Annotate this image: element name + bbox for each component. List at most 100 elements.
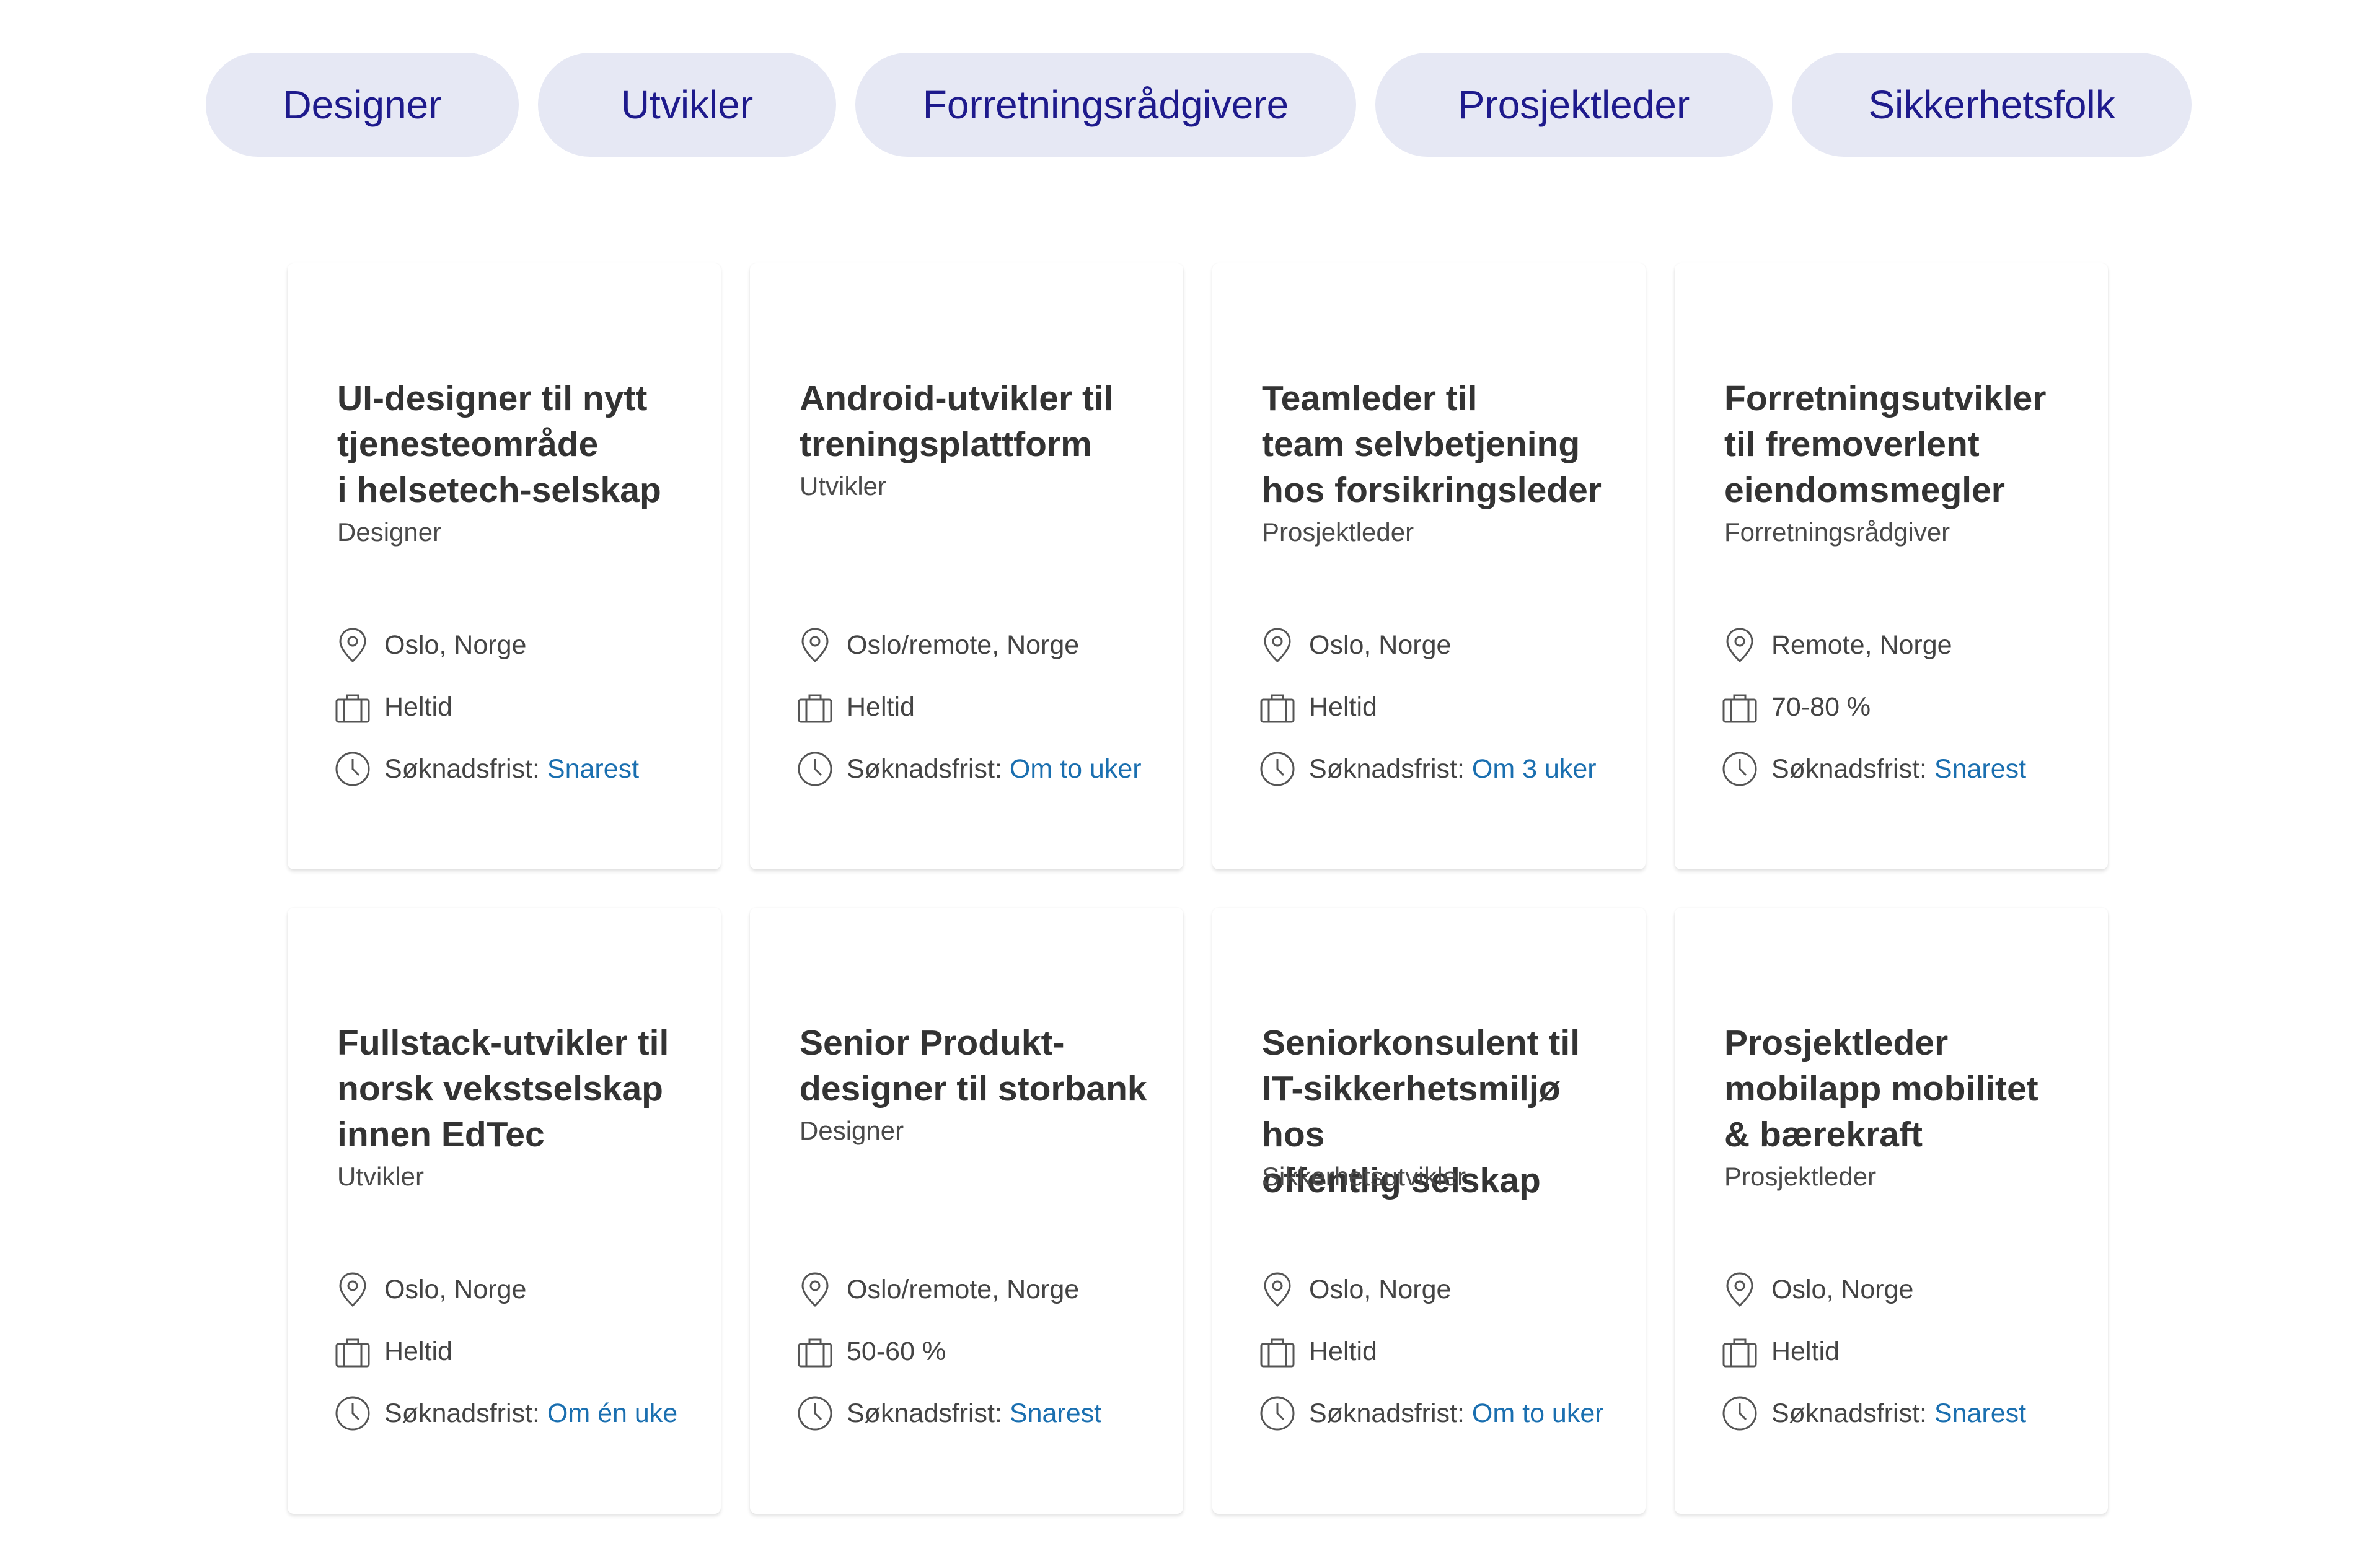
job-category: Forretningsrådgiver [1724,517,1950,547]
clock-icon [1719,1393,1760,1434]
job-location-row: Remote, Norge [1719,614,2096,676]
job-employment: Heltid [384,692,452,722]
clock-icon [1257,749,1298,789]
job-listing-grid: UI-designer til nytt tjenesteområde i he… [288,263,2108,1514]
job-deadline-row: Søknadsfrist: Snarest [1719,1382,2096,1444]
job-card[interactable]: UI-designer til nytt tjenesteområde i he… [288,263,721,869]
job-title[interactable]: Fullstack-utvikler til norsk vekstselska… [337,1020,702,1157]
job-category: Designer [800,1116,904,1145]
filter-prosjektleder-button[interactable]: Prosjektleder [1375,53,1773,157]
deadline-label: Søknadsfrist: [384,753,540,784]
location-pin-icon [332,1269,373,1310]
job-title[interactable]: Android-utvikler til treningsplattform [800,375,1165,467]
location-pin-icon [795,1269,835,1310]
job-employment: Heltid [1309,1336,1377,1366]
job-card[interactable]: Teamleder til team selvbetjening hos for… [1212,263,1646,869]
job-deadline-row: Søknadsfrist: Snarest [1719,738,2096,800]
job-employment: 70-80 % [1771,692,1871,722]
job-employment: Heltid [847,692,915,722]
clock-icon [1719,749,1760,789]
briefcase-icon [1257,1331,1298,1372]
job-card[interactable]: Android-utvikler til treningsplattform U… [750,263,1183,869]
job-employment: 50-60 % [847,1336,946,1366]
job-title[interactable]: UI-designer til nytt tjenesteområde i he… [337,375,702,513]
job-meta: Oslo, Norge Heltid Søknadsfrist: Om to u… [1257,1258,1633,1444]
job-employment: Heltid [1771,1336,1840,1366]
job-category: Prosjektleder [1262,517,1414,547]
job-card[interactable]: Forretningsutvikler til fremoverlent eie… [1675,263,2108,869]
clock-icon [795,1393,835,1434]
job-location: Oslo, Norge [384,1274,527,1304]
location-pin-icon [1257,625,1298,665]
job-title[interactable]: Seniorkonsulent til IT-sikkerhetsmiljø h… [1262,1020,1627,1200]
job-title[interactable]: Forretningsutvikler til fremoverlent eie… [1724,375,2089,513]
briefcase-icon [332,687,373,727]
job-location-row: Oslo, Norge [332,614,708,676]
job-title[interactable]: Prosjektleder mobilapp mobilitet & bærek… [1724,1020,2089,1157]
location-pin-icon [1257,1269,1298,1310]
deadline-label: Søknadsfrist: [847,1398,1002,1428]
deadline-label: Søknadsfrist: [1309,1398,1465,1428]
filter-forretningsradgivere-button[interactable]: Forretningsrådgivere [855,53,1356,157]
job-deadline-row: Søknadsfrist: Om to uker [1257,1382,1633,1444]
clock-icon [1257,1393,1298,1434]
job-employment-row: 70-80 % [1719,676,2096,738]
category-filter-bar: Designer Utvikler Forretningsrådgivere P… [206,53,2192,157]
job-category: Utvikler [800,472,887,501]
job-location: Oslo, Norge [1771,1274,1914,1304]
job-location-row: Oslo, Norge [1257,1258,1633,1320]
location-pin-icon [1719,625,1760,665]
job-card[interactable]: Seniorkonsulent til IT-sikkerhetsmiljø h… [1212,908,1646,1514]
location-pin-icon [1719,1269,1760,1310]
job-meta: Remote, Norge 70-80 % Søknadsfrist: Snar… [1719,614,2096,800]
job-employment-row: 50-60 % [795,1320,1171,1382]
job-meta: Oslo, Norge Heltid Søknadsfrist: Snarest [1719,1258,2096,1444]
briefcase-icon [1719,1331,1760,1372]
job-deadline: Om to uker [1471,1398,1604,1428]
job-employment-row: Heltid [332,676,708,738]
filter-utvikler-button[interactable]: Utvikler [538,53,836,157]
job-category: Designer [337,517,442,547]
location-pin-icon [795,625,835,665]
job-location-row: Oslo, Norge [1719,1258,2096,1320]
job-deadline: Snarest [547,753,640,784]
job-location-row: Oslo, Norge [1257,614,1633,676]
briefcase-icon [795,687,835,727]
job-meta: Oslo/remote, Norge 50-60 % Søknadsfrist:… [795,1258,1171,1444]
job-deadline: Om to uker [1009,753,1142,784]
job-deadline: Snarest [1934,753,2027,784]
job-category: Sikkerhetsutvikler [1262,1162,1466,1191]
job-location-row: Oslo, Norge [332,1258,708,1320]
job-employment-row: Heltid [1257,1320,1633,1382]
job-meta: Oslo, Norge Heltid Søknadsfrist: Om 3 uk… [1257,614,1633,800]
job-card[interactable]: Senior Produkt- designer til storbank De… [750,908,1183,1514]
clock-icon [332,1393,373,1434]
deadline-label: Søknadsfrist: [1771,1398,1927,1428]
deadline-label: Søknadsfrist: [1309,753,1465,784]
job-title[interactable]: Teamleder til team selvbetjening hos for… [1262,375,1627,513]
job-employment-row: Heltid [332,1320,708,1382]
job-location: Oslo, Norge [384,630,527,660]
job-card[interactable]: Prosjektleder mobilapp mobilitet & bærek… [1675,908,2108,1514]
job-title[interactable]: Senior Produkt- designer til storbank [800,1020,1165,1112]
job-location-row: Oslo/remote, Norge [795,1258,1171,1320]
clock-icon [795,749,835,789]
location-pin-icon [332,625,373,665]
job-location: Remote, Norge [1771,630,1952,660]
job-employment: Heltid [1309,692,1377,722]
job-deadline: Om én uke [547,1398,678,1428]
job-employment-row: Heltid [795,676,1171,738]
deadline-label: Søknadsfrist: [1771,753,1927,784]
job-card[interactable]: Fullstack-utvikler til norsk vekstselska… [288,908,721,1514]
briefcase-icon [795,1331,835,1372]
job-deadline: Om 3 uker [1471,753,1597,784]
filter-sikkerhetsfolk-button[interactable]: Sikkerhetsfolk [1792,53,2192,157]
job-meta: Oslo, Norge Heltid Søknadsfrist: Snarest [332,614,708,800]
clock-icon [332,749,373,789]
job-deadline-row: Søknadsfrist: Om to uker [795,738,1171,800]
job-meta: Oslo, Norge Heltid Søknadsfrist: Om én u… [332,1258,708,1444]
briefcase-icon [332,1331,373,1372]
job-deadline-row: Søknadsfrist: Om 3 uker [1257,738,1633,800]
filter-designer-button[interactable]: Designer [206,53,519,157]
job-deadline-row: Søknadsfrist: Snarest [332,738,708,800]
